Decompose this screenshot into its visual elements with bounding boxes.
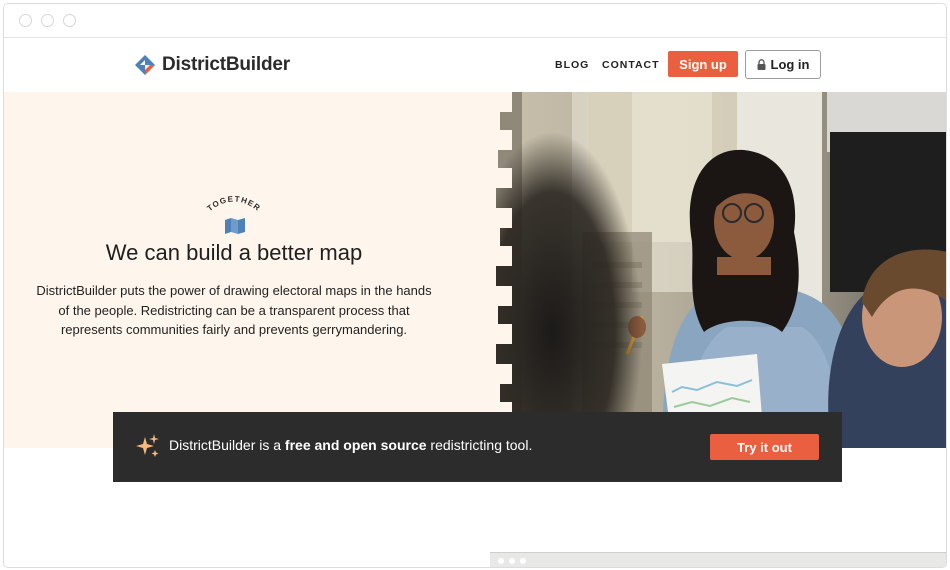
banner-text-bold: free and open source [284, 437, 427, 453]
preview-window-edge [490, 552, 946, 567]
window-titlebar [4, 4, 946, 38]
signup-button[interactable]: Sign up [668, 51, 738, 77]
hero-photo [482, 92, 946, 448]
browser-window: DistrictBuilder BLOG CONTACT Sign up Log… [3, 3, 947, 568]
folded-map-icon [225, 218, 245, 234]
banner-text-prefix: DistrictBuilder is a [169, 437, 285, 453]
login-label: Log in [770, 57, 810, 72]
svg-text:TOGETHER: TOGETHER [205, 194, 262, 213]
lock-icon [757, 59, 765, 70]
district-builder-logo-icon [134, 54, 156, 76]
banner-message: DistrictBuilder is a free and open sourc… [169, 437, 532, 453]
preview-dot [520, 558, 526, 564]
brand-name: DistrictBuilder [162, 54, 290, 75]
banner-text-suffix: redistricting tool. [426, 437, 533, 453]
tagline-arc: TOGETHER [205, 194, 262, 213]
hero-section: TOGETHER We can build a better map Distr… [4, 92, 946, 448]
hero-headline: We can build a better map [105, 240, 363, 265]
sparkle-icon [136, 434, 159, 457]
promo-banner: DistrictBuilder is a free and open sourc… [113, 412, 842, 482]
brand-link[interactable]: DistrictBuilder [134, 52, 290, 78]
tagline-text: TOGETHER [205, 194, 261, 213]
login-button[interactable]: Log in [745, 50, 821, 79]
preview-dot [498, 558, 504, 564]
window-maximize-dot[interactable] [63, 14, 76, 27]
preview-dot [509, 558, 515, 564]
site-header: DistrictBuilder BLOG CONTACT Sign up Log… [4, 39, 946, 91]
hero-intro: DistrictBuilder puts the power of drawin… [36, 283, 432, 337]
nav-contact-link[interactable]: CONTACT [602, 59, 660, 71]
nav-blog-link[interactable]: BLOG [555, 59, 589, 71]
window-close-dot[interactable] [19, 14, 32, 27]
try-it-out-button[interactable]: Try it out [710, 434, 819, 460]
window-minimize-dot[interactable] [41, 14, 54, 27]
